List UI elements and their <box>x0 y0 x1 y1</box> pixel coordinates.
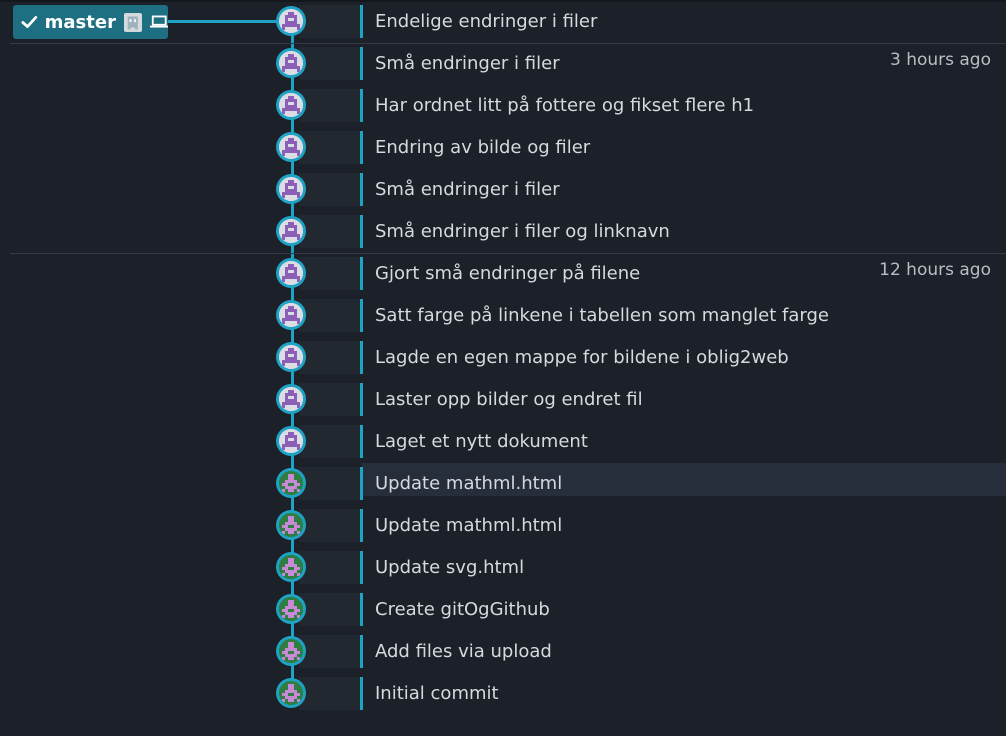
commit-message: Update mathml.html <box>375 515 563 536</box>
commit-message: Små endringer i filer <box>375 179 560 200</box>
commit-row[interactable]: Små endringer i filer og linknavn <box>0 211 1006 253</box>
author-avatar[interactable] <box>276 384 306 414</box>
commit-node-tile <box>299 215 360 248</box>
commit-message: Har ordnet litt på fottere og fikset fle… <box>375 95 755 116</box>
commit-node-bar <box>360 5 363 38</box>
commit-message: Create gitOgGithub <box>375 599 550 620</box>
commit-node-tile <box>299 5 360 38</box>
author-avatar[interactable] <box>276 258 306 288</box>
commit-node-bar <box>360 383 363 416</box>
commit-node-bar <box>360 593 363 626</box>
commit-node-tile <box>299 467 360 500</box>
commit-message: Laget et nytt dokument <box>375 431 588 452</box>
author-avatar[interactable] <box>276 90 306 120</box>
commit-node-bar <box>360 215 363 248</box>
commit-message: Update mathml.html <box>375 473 563 494</box>
author-avatar[interactable] <box>276 510 306 540</box>
commit-row[interactable]: Update mathml.html <box>0 463 1006 505</box>
branch-label-master[interactable]: master <box>13 5 168 39</box>
commit-time: 3 hours ago <box>889 50 991 70</box>
commit-time: 12 hours ago <box>879 260 991 280</box>
commit-graph: Endelige endringer i filer Små endringer … <box>0 0 1006 736</box>
commit-node-bar <box>360 425 363 458</box>
commit-row[interactable]: Endring av bilde og filer <box>0 127 1006 169</box>
commit-node-bar <box>360 677 363 710</box>
commit-node-bar <box>360 89 363 122</box>
author-avatar[interactable] <box>276 552 306 582</box>
commit-message: Lagde en egen mappe for bildene i oblig2… <box>375 347 789 368</box>
commit-node-tile <box>299 89 360 122</box>
commit-node-bar <box>360 299 363 332</box>
ghost-avatar-icon <box>123 12 142 32</box>
commit-node-tile <box>299 425 360 458</box>
author-avatar[interactable] <box>276 6 306 36</box>
commit-node-bar <box>360 47 363 80</box>
commit-row[interactable]: Initial commit <box>0 673 1006 715</box>
commit-node-bar <box>360 551 363 584</box>
commit-node-tile <box>299 551 360 584</box>
commit-message: Add files via upload <box>375 641 552 662</box>
commit-node-tile <box>299 299 360 332</box>
commit-row[interactable]: Gjort små endringer på filene 12 hours ag… <box>0 253 1006 295</box>
commit-node-tile <box>299 677 360 710</box>
commit-node-bar <box>360 635 363 668</box>
commit-row[interactable]: Laget et nytt dokument <box>0 421 1006 463</box>
commit-node-tile <box>299 509 360 542</box>
author-avatar[interactable] <box>276 426 306 456</box>
author-avatar[interactable] <box>276 300 306 330</box>
commit-row[interactable]: Update svg.html <box>0 547 1006 589</box>
commit-message: Små endringer i filer og linknavn <box>375 221 670 242</box>
commit-row[interactable]: Update mathml.html <box>0 505 1006 547</box>
commit-node-bar <box>360 257 363 290</box>
commit-message: Satt farge på linkene i tabellen som man… <box>375 305 829 326</box>
commit-row[interactable]: Laster opp bilder og endret fil <box>0 379 1006 421</box>
commit-node-tile <box>299 131 360 164</box>
commit-node-bar <box>360 341 363 374</box>
author-avatar[interactable] <box>276 174 306 204</box>
author-avatar[interactable] <box>276 636 306 666</box>
commit-node-bar <box>360 467 363 500</box>
commit-message: Endring av bilde og filer <box>375 137 591 158</box>
branch-name: master <box>44 11 116 33</box>
commit-message: Initial commit <box>375 683 499 704</box>
commit-node-tile <box>299 173 360 206</box>
commit-message: Endelige endringer i filer <box>375 11 598 32</box>
laptop-icon <box>149 15 168 28</box>
author-avatar[interactable] <box>276 678 306 708</box>
commit-node-tile <box>299 635 360 668</box>
commit-row[interactable]: Satt farge på linkene i tabellen som man… <box>0 295 1006 337</box>
author-avatar[interactable] <box>276 468 306 498</box>
commit-node-bar <box>360 131 363 164</box>
commit-row[interactable]: Små endringer i filer 3 hours ago <box>0 43 1006 85</box>
commit-node-tile <box>299 257 360 290</box>
commit-node-tile <box>299 47 360 80</box>
commit-row[interactable]: Har ordnet litt på fottere og fikset fle… <box>0 85 1006 127</box>
commit-node-tile <box>299 341 360 374</box>
author-avatar[interactable] <box>276 216 306 246</box>
commit-row[interactable]: Add files via upload <box>0 631 1006 673</box>
commit-node-bar <box>360 509 363 542</box>
author-avatar[interactable] <box>276 342 306 372</box>
author-avatar[interactable] <box>276 48 306 78</box>
commit-row[interactable]: Create gitOgGithub <box>0 589 1006 631</box>
commit-message: Små endringer i filer <box>375 53 560 74</box>
commit-message: Update svg.html <box>375 557 525 578</box>
commit-node-bar <box>360 173 363 206</box>
commit-message: Gjort små endringer på filene <box>375 263 641 284</box>
commit-message: Laster opp bilder og endret fil <box>375 389 643 410</box>
commit-node-tile <box>299 593 360 626</box>
check-icon <box>21 15 38 29</box>
commit-node-tile <box>299 383 360 416</box>
commit-row[interactable]: Lagde en egen mappe for bildene i oblig2… <box>0 337 1006 379</box>
author-avatar[interactable] <box>276 132 306 162</box>
author-avatar[interactable] <box>276 594 306 624</box>
commit-row[interactable]: Små endringer i filer <box>0 169 1006 211</box>
